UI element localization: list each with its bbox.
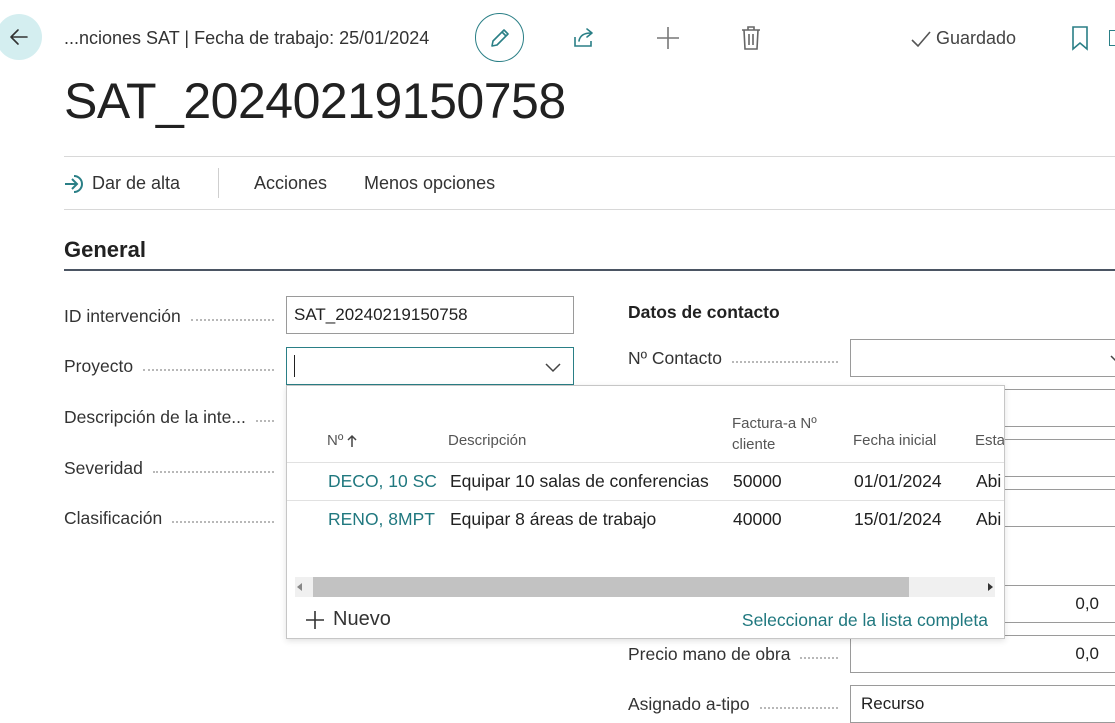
labor-price-input[interactable]: 0,0 — [850, 635, 1115, 673]
share-icon — [574, 28, 593, 47]
section-title-general[interactable]: General — [64, 237, 146, 263]
assigned-type-value: Recurso — [861, 694, 925, 713]
chevron-down-icon[interactable] — [543, 358, 563, 376]
project-lookup-dropdown: Nº Descripción Factura-a Nº cliente Fech… — [286, 385, 1005, 639]
id-input[interactable]: SAT_20240219150758 — [286, 296, 574, 334]
project-label: Proyecto — [64, 356, 274, 377]
id-value: SAT_20240219150758 — [294, 305, 468, 324]
bookmark-button[interactable] — [1065, 23, 1095, 53]
divider — [64, 209, 1115, 210]
pencil-icon — [490, 28, 509, 47]
edit-button[interactable] — [475, 13, 524, 62]
saved-status: Guardado — [910, 28, 1016, 49]
delete-button[interactable] — [736, 23, 766, 53]
column-header-bill-to[interactable]: Factura-a Nº cliente — [732, 413, 817, 455]
text-caret — [294, 355, 295, 377]
id-label: ID intervención — [64, 306, 274, 327]
plus-icon — [306, 610, 324, 629]
amount-value: 0,0 — [1075, 594, 1099, 613]
labor-price-value: 0,0 — [1075, 644, 1099, 663]
description-label: Descripción de la inte... — [64, 407, 274, 428]
contact-no-label: Nº Contacto — [628, 348, 838, 369]
scrollbar-thumb[interactable] — [313, 577, 909, 597]
new-record-button[interactable]: Nuevo — [305, 608, 391, 631]
column-header-status[interactable]: Esta — [975, 430, 1004, 451]
arrow-left-icon — [10, 29, 28, 45]
bookmark-icon — [1072, 26, 1088, 51]
new-label: Nuevo — [333, 608, 391, 630]
row-status: Abi — [976, 509, 1002, 529]
row-no-link[interactable]: RENO, 8MPT — [328, 509, 435, 530]
plus-icon — [657, 27, 679, 49]
row-start-date: 01/01/2024 — [854, 471, 942, 491]
row-start-date: 15/01/2024 — [854, 509, 942, 529]
row-status: Abi — [976, 471, 1002, 491]
table-row[interactable]: DECO, 10 SC Equipar 10 salas de conferen… — [287, 462, 1004, 501]
divider — [64, 156, 1115, 157]
collapse-icon[interactable] — [1109, 30, 1115, 46]
scroll-left-icon[interactable] — [295, 582, 305, 592]
assigned-type-input[interactable]: Recurso — [850, 685, 1115, 723]
table-row[interactable]: RENO, 8MPT Equipar 8 áreas de trabajo 40… — [287, 500, 1004, 539]
assigned-type-label: Asignado a-tipo — [628, 694, 838, 715]
row-no-link[interactable]: DECO, 10 SC — [328, 471, 437, 492]
scroll-right-icon[interactable] — [985, 582, 995, 592]
sort-ascending-icon — [347, 434, 357, 447]
page-title: SAT_20240219150758 — [64, 73, 566, 129]
horizontal-scrollbar[interactable] — [295, 577, 995, 597]
share-button[interactable] — [569, 23, 599, 53]
classification-label: Clasificación — [64, 508, 274, 529]
sign-in-icon — [65, 174, 83, 193]
contact-section-title: Datos de contacto — [628, 302, 780, 322]
action-separator — [218, 168, 219, 198]
column-header-description[interactable]: Descripción — [448, 430, 526, 451]
saved-label: Guardado — [936, 28, 1017, 48]
column-header-start-date[interactable]: Fecha inicial — [853, 430, 936, 451]
severity-label: Severidad — [64, 458, 274, 479]
register-label: Dar de alta — [92, 173, 181, 193]
select-full-list-link[interactable]: Seleccionar de la lista completa — [742, 610, 988, 631]
section-underline — [64, 269, 1115, 271]
row-description: Equipar 8 áreas de trabajo — [450, 509, 657, 529]
actions-menu[interactable]: Acciones — [254, 173, 327, 194]
chevron-down-icon[interactable] — [1109, 350, 1115, 368]
row-customer: 40000 — [733, 509, 782, 529]
column-header-no[interactable]: Nº — [327, 430, 357, 451]
back-button[interactable] — [0, 14, 42, 60]
register-action[interactable]: Dar de alta — [64, 173, 180, 194]
trash-icon — [742, 26, 760, 50]
row-customer: 50000 — [733, 471, 782, 491]
new-button[interactable] — [653, 23, 683, 53]
contact-no-input[interactable] — [850, 339, 1115, 377]
labor-price-label: Precio mano de obra — [628, 644, 838, 665]
check-icon — [911, 30, 931, 47]
breadcrumb: ...nciones SAT | Fecha de trabajo: 25/01… — [64, 28, 430, 48]
fewer-options-button[interactable]: Menos opciones — [364, 173, 495, 194]
row-description: Equipar 10 salas de conferencias — [450, 471, 709, 491]
project-input[interactable] — [286, 347, 574, 385]
